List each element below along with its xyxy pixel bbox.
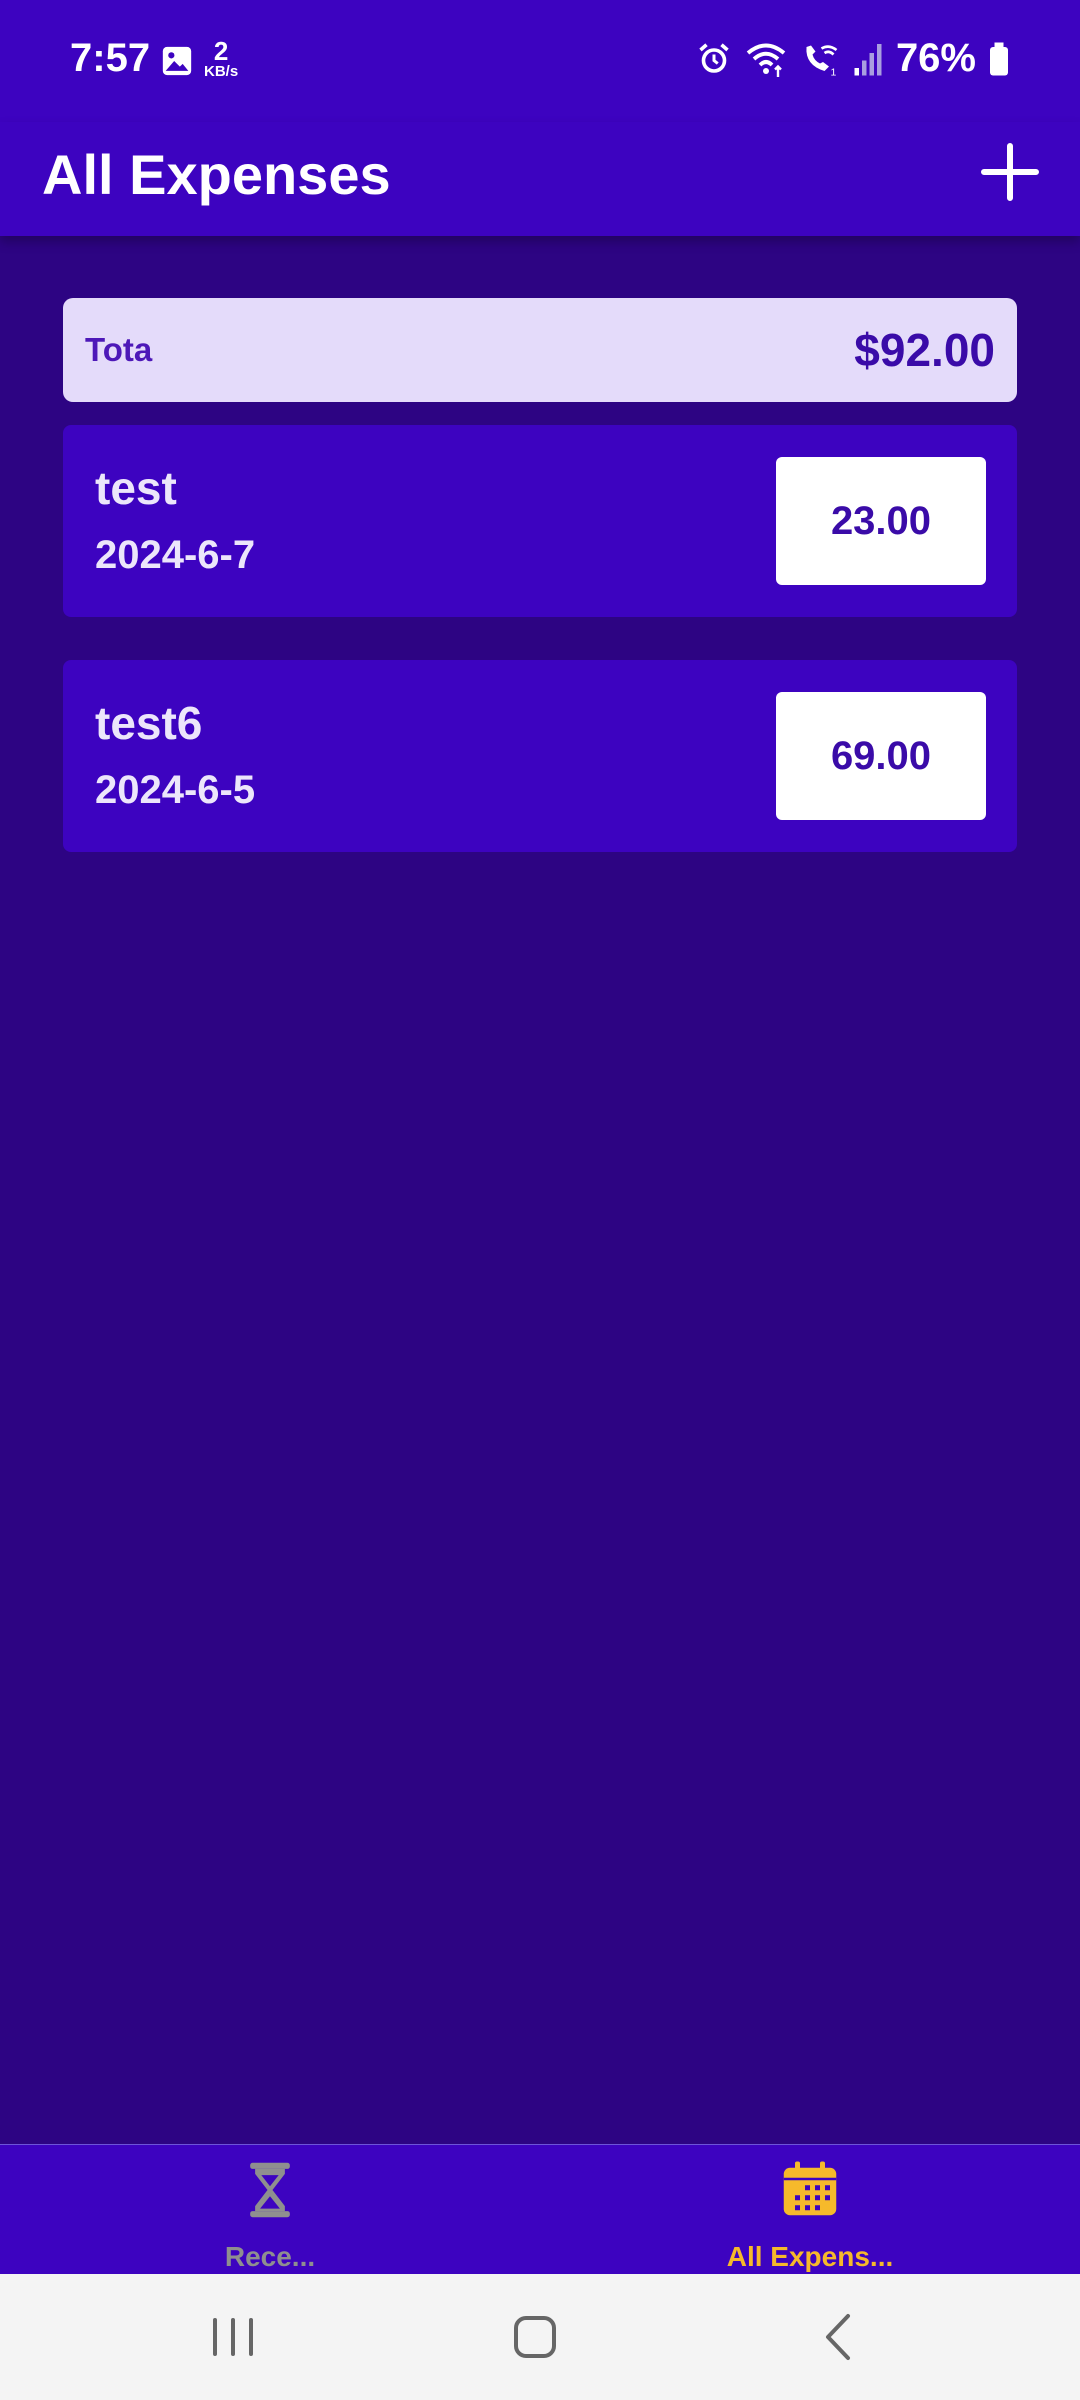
status-icons: 1 76%	[696, 36, 1010, 81]
app-bar: All Expenses	[0, 122, 1080, 236]
home-icon[interactable]	[495, 2304, 575, 2370]
plus-icon	[981, 143, 1039, 201]
wifi-icon	[746, 43, 786, 77]
battery-icon	[990, 42, 1008, 75]
add-expense-button[interactable]	[972, 134, 1048, 210]
svg-text:1: 1	[830, 66, 836, 77]
total-value: $92.00	[854, 324, 995, 376]
calendar-icon	[783, 2161, 837, 2216]
alarm-icon	[699, 42, 729, 73]
status-bar: 7:57 2 KB/s 1 76%	[0, 0, 1080, 122]
expense-item[interactable]: test 2024-6-7 23.00	[63, 425, 1017, 617]
net-speed-value: 2	[213, 36, 229, 66]
wifi-call-icon: 1	[806, 44, 838, 77]
status-time: 7:57	[70, 36, 151, 80]
expense-title: test6	[95, 697, 203, 749]
expense-date: 2024-6-7	[95, 533, 256, 577]
expense-item[interactable]: test6 2024-6-5 69.00	[63, 660, 1017, 852]
tab-recent-label: Rece...	[224, 2241, 316, 2272]
battery-percentage: 76%	[895, 36, 976, 80]
system-navigation-bar	[0, 2274, 1080, 2400]
hourglass-icon	[250, 2162, 290, 2218]
total-card: Tota $92.00	[63, 298, 1017, 402]
recents-icon[interactable]	[193, 2304, 273, 2370]
bottom-navigation: Rece... All Expens...	[0, 2144, 1080, 2275]
expense-title: test	[95, 462, 177, 514]
tab-all-expenses-label: All Expens...	[726, 2241, 894, 2272]
net-speed-unit: KB/s	[204, 63, 239, 80]
net-speed: 2 KB/s	[204, 38, 238, 79]
expense-amount: 23.00	[776, 457, 986, 585]
tab-recent[interactable]: Rece...	[0, 2145, 540, 2275]
tab-all-expenses[interactable]: All Expens...	[540, 2145, 1080, 2275]
image-icon	[162, 46, 192, 76]
page-title: All Expenses	[42, 143, 391, 206]
total-label: Tota	[85, 331, 153, 368]
expense-amount: 69.00	[776, 692, 986, 820]
signal-icon	[854, 43, 882, 75]
back-icon[interactable]	[800, 2304, 880, 2370]
expense-date: 2024-6-5	[95, 768, 256, 812]
